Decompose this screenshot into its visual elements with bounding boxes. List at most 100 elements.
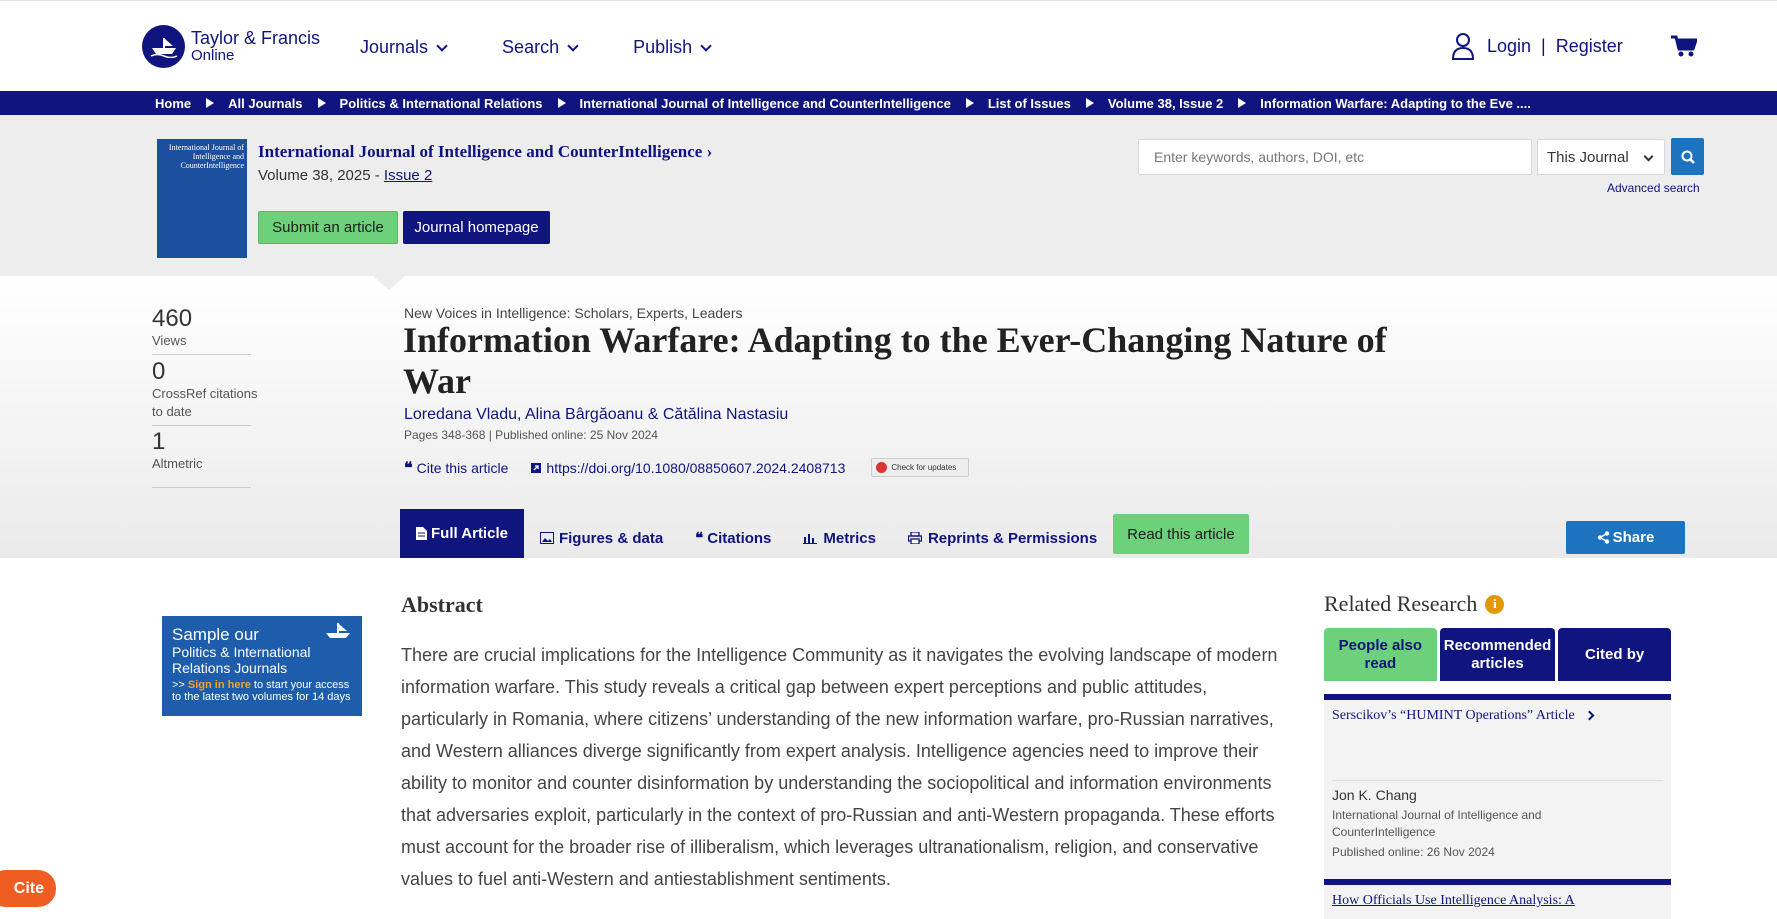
- metric-value: 0: [152, 358, 166, 385]
- tab-label: Citations: [707, 529, 772, 547]
- quote-icon: ❝: [404, 458, 413, 477]
- breadcrumb-arrow-icon: [1238, 98, 1247, 108]
- tab-label: Figures & data: [558, 529, 664, 547]
- tab-people-also-read[interactable]: People also read: [1324, 628, 1437, 681]
- breadcrumb-current: Information Warfare: Adapting to the Eve…: [1260, 95, 1531, 111]
- issue-link[interactable]: Issue 2: [384, 167, 432, 184]
- info-icon[interactable]: i: [1485, 594, 1505, 614]
- breadcrumb-arrow-icon: [965, 98, 974, 108]
- metric-value: 1: [152, 428, 166, 455]
- metric-label: Views: [152, 333, 187, 348]
- ad-prefix: >>: [172, 679, 188, 691]
- register-link[interactable]: Register: [1556, 36, 1623, 57]
- related-title-text: Serscikov’s “HUMINT Operations” Article: [1332, 708, 1575, 723]
- submit-article-button[interactable]: Submit an article: [258, 211, 398, 244]
- share-label: Share: [1612, 529, 1655, 546]
- cite-floating-button[interactable]: Cite: [0, 870, 56, 907]
- breadcrumb: Home All Journals Politics & Internation…: [0, 91, 1777, 115]
- abstract-text: There are crucial implications for the I…: [401, 645, 1278, 889]
- volume-info: Volume 38, 2025 - Issue 2: [258, 167, 432, 184]
- tab-figures-data[interactable]: Figures & data: [524, 518, 679, 558]
- article-actions: ❝ Cite this article https://doi.org/10.1…: [404, 458, 970, 477]
- taylor-francis-logo[interactable]: Taylor & Francis Online: [142, 25, 320, 68]
- metric-label: CrossRef citations to date: [152, 386, 258, 419]
- tab-reprints-permissions[interactable]: Reprints & Permissions: [892, 518, 1113, 558]
- related-item-journal: International Journal of Intelligence an…: [1332, 808, 1542, 839]
- metric-value: 460: [152, 305, 193, 332]
- related-item[interactable]: How Officials Use Intelligence Analysis:…: [1324, 879, 1671, 919]
- tab-citations[interactable]: ❝ Citations: [679, 518, 787, 558]
- journal-homepage-button[interactable]: Journal homepage: [403, 211, 550, 244]
- search-icon: [1681, 150, 1695, 164]
- boat-logo-icon: [142, 25, 185, 68]
- tab-full-article[interactable]: Full Article: [400, 509, 524, 558]
- sample-journals-ad[interactable]: Sample our Politics & International Rela…: [162, 616, 362, 716]
- related-item[interactable]: Serscikov’s “HUMINT Operations” Article …: [1324, 694, 1671, 879]
- read-article-button[interactable]: Read this article: [1113, 514, 1249, 554]
- chevron-right-icon: ›: [706, 142, 713, 161]
- nav-journals[interactable]: Journals: [360, 37, 448, 58]
- tab-metrics[interactable]: Metrics: [787, 518, 892, 558]
- ad-text: >> Sign in here to start your access to …: [172, 679, 352, 703]
- article-section: New Voices in Intelligence: Scholars, Ex…: [404, 305, 743, 321]
- divider: [1332, 780, 1663, 781]
- search-button[interactable]: [1671, 138, 1704, 175]
- doi-link[interactable]: https://doi.org/10.1080/08850607.2024.24…: [530, 460, 845, 476]
- cite-label: Cite this article: [416, 459, 509, 476]
- volume-text: Volume 38, 2025 -: [258, 167, 384, 184]
- external-link-icon: [531, 462, 542, 473]
- breadcrumb-arrow-icon: [557, 98, 566, 108]
- journal-title: International Journal of Intelligence an…: [258, 142, 703, 161]
- tab-label: Full Article: [431, 525, 508, 542]
- user-icon: [1451, 33, 1475, 60]
- image-icon: [539, 532, 554, 544]
- related-item-author: Jon K. Chang: [1332, 787, 1417, 803]
- share-button[interactable]: Share: [1566, 521, 1685, 554]
- bar-chart-icon: [803, 534, 818, 544]
- journal-cover-image[interactable]: International Journal of Intelligence an…: [157, 139, 247, 258]
- tab-recommended-articles[interactable]: Recommended articles: [1439, 628, 1556, 681]
- check-for-updates-button[interactable]: Check for updates: [871, 458, 970, 477]
- breadcrumb-list-of-issues[interactable]: List of Issues: [988, 96, 1071, 111]
- breadcrumb-journal[interactable]: International Journal of Intelligence an…: [580, 96, 951, 111]
- search-scope-select[interactable]: This Journal: [1537, 139, 1665, 175]
- cart-icon[interactable]: [1671, 35, 1699, 62]
- ad-signin-link[interactable]: Sign in here: [188, 679, 251, 691]
- breadcrumb-home[interactable]: Home: [155, 96, 191, 111]
- related-tabs: People also read Recommended articles Ci…: [1324, 628, 1671, 681]
- breadcrumb-all-journals[interactable]: All Journals: [228, 96, 302, 111]
- cite-article-link[interactable]: ❝ Cite this article: [404, 458, 508, 477]
- login-link[interactable]: Login: [1487, 36, 1531, 57]
- document-icon: [416, 527, 427, 540]
- article-pages: Pages 348-368 | Published online: 25 Nov…: [404, 428, 658, 442]
- metric-label: Altmetric: [152, 456, 203, 471]
- advanced-search-link[interactable]: Advanced search: [1607, 181, 1700, 195]
- journal-title-link[interactable]: International Journal of Intelligence an…: [258, 142, 712, 162]
- tab-cited-by[interactable]: Cited by: [1558, 628, 1671, 681]
- share-icon: [1597, 531, 1609, 544]
- breadcrumb-issue[interactable]: Volume 38, Issue 2: [1108, 96, 1223, 111]
- related-research-heading: Related Research i: [1324, 591, 1505, 617]
- chevron-right-icon: [1584, 710, 1595, 721]
- nav-publish-label: Publish: [633, 37, 693, 57]
- cover-title: International Journal of Intelligence an…: [168, 143, 244, 170]
- header-notch: [373, 276, 405, 290]
- nav-journals-label: Journals: [360, 37, 429, 57]
- related-item-title[interactable]: How Officials Use Intelligence Analysis:…: [1324, 885, 1671, 909]
- nav-publish[interactable]: Publish: [633, 37, 712, 58]
- search-scope-value: This Journal: [1547, 148, 1629, 166]
- print-icon: [907, 532, 922, 544]
- tab-label: Reprints & Permissions: [927, 529, 1098, 547]
- article-title: Information Warfare: Adapting to the Eve…: [403, 320, 1387, 401]
- related-item-title[interactable]: Serscikov’s “HUMINT Operations” Article: [1324, 700, 1671, 780]
- main-nav: Journals Search Publish: [360, 37, 766, 58]
- article-authors[interactable]: Loredana Vladu, Alina Bârgăoanu & Cătăli…: [404, 406, 788, 424]
- chevron-down-icon: [567, 39, 579, 52]
- brand-name: Taylor & Francis: [191, 27, 321, 48]
- search-input[interactable]: Enter keywords, authors, DOI, etc: [1138, 139, 1532, 175]
- nav-search[interactable]: Search: [502, 37, 579, 58]
- chevron-down-icon: [436, 39, 448, 52]
- top-header: Taylor & Francis Online Journals Search …: [0, 0, 1777, 91]
- breadcrumb-subject[interactable]: Politics & International Relations: [340, 96, 543, 111]
- account-separator: |: [1541, 35, 1546, 56]
